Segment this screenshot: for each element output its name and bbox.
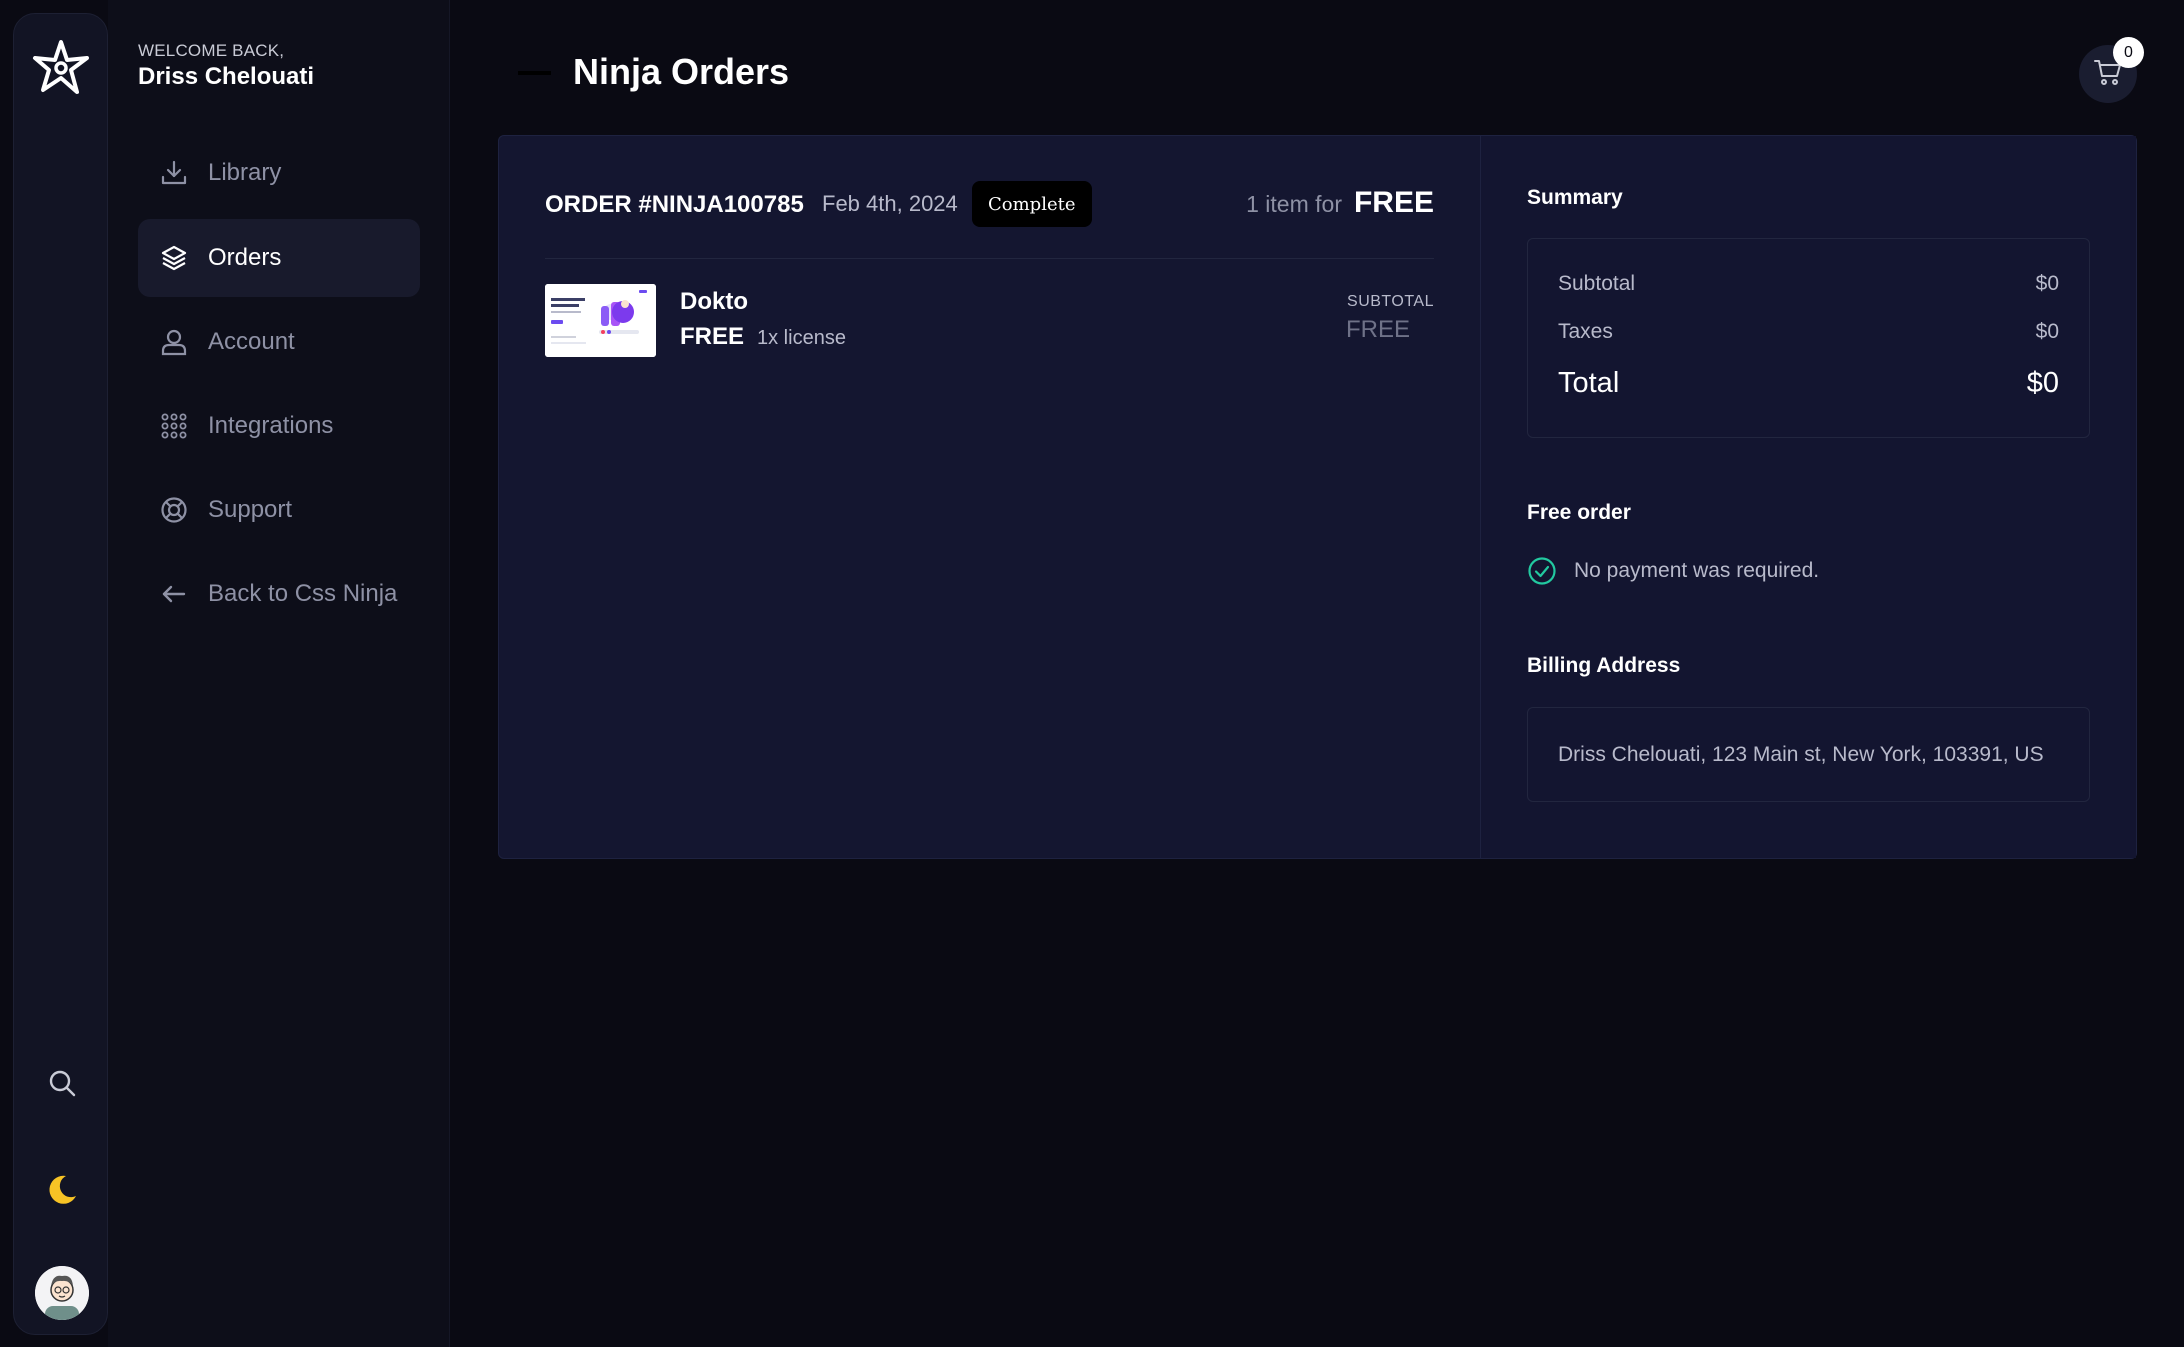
order-sidebar: Summary Subtotal $0 Taxes $0 Total $0 Fr… [1481, 136, 2136, 858]
check-circle-icon [1527, 556, 1557, 586]
sidebar-item-label: Support [208, 496, 293, 523]
title-accent-dash [518, 71, 551, 75]
sidebar-item-library[interactable]: Library [138, 134, 420, 212]
cart-count-badge: 0 [2113, 37, 2144, 68]
total-value: $0 [2026, 367, 2059, 399]
sidebar-item-back-to-css-ninja[interactable]: Back to Css Ninja [138, 555, 420, 633]
grid-dots-icon [160, 412, 188, 440]
welcome-label: WELCOME BACK, [138, 41, 285, 60]
layers-icon [160, 244, 188, 272]
user-icon [160, 328, 188, 356]
summary-heading: Summary [1527, 186, 1623, 209]
sidebar-item-account[interactable]: Account [138, 303, 420, 381]
subtotal-value: $0 [2035, 272, 2059, 295]
taxes-value: $0 [2035, 320, 2059, 343]
ninja-star-icon[interactable] [31, 38, 91, 98]
items-summary: 1 item for FREE [1246, 186, 1434, 220]
order-date: Feb 4th, 2024 [822, 191, 958, 216]
sidebar-item-label: Orders [208, 244, 282, 271]
search-icon [47, 1068, 77, 1103]
icon-rail [13, 13, 108, 1335]
billing-address-box: Driss Chelouati, 123 Main st, New York, … [1527, 707, 2090, 802]
order-card: ORDER #NINJA100785 Feb 4th, 2024 Complet… [498, 135, 2137, 859]
user-name: Driss Chelouati [138, 63, 315, 90]
sidebar-item-label: Integrations [208, 412, 334, 439]
billing-heading: Billing Address [1527, 654, 1681, 677]
items-count: 1 item for [1246, 191, 1342, 217]
sidebar: WELCOME BACK, Driss Chelouati Library Or… [108, 0, 450, 1347]
sidebar-item-label: Account [208, 328, 295, 355]
theme-toggle-button[interactable] [38, 1168, 86, 1216]
sidebar-item-support[interactable]: Support [138, 471, 420, 549]
subtotal-label: Subtotal [1558, 272, 1636, 295]
summary-box: Subtotal $0 Taxes $0 Total $0 [1527, 238, 2090, 438]
product-license: 1x license [757, 327, 846, 349]
summary-total-row: Total $0 [1558, 367, 2059, 400]
product-thumbnail[interactable] [545, 284, 656, 357]
divider [545, 258, 1434, 259]
free-order-note: No payment was required. [1527, 556, 1819, 586]
download-icon [160, 159, 188, 187]
sidebar-item-integrations[interactable]: Integrations [138, 387, 420, 465]
page-title: Ninja Orders [573, 51, 790, 92]
order-details: ORDER #NINJA100785 Feb 4th, 2024 Complet… [499, 136, 1481, 858]
lifebuoy-icon [160, 496, 188, 524]
free-order-text: No payment was required. [1574, 559, 1820, 582]
sidebar-item-label: Back to Css Ninja [208, 580, 398, 607]
status-badge: Complete [972, 181, 1092, 227]
summary-subtotal-row: Subtotal $0 [1558, 272, 2059, 296]
taxes-label: Taxes [1558, 320, 1613, 343]
product-price: FREE [680, 323, 745, 350]
product-name[interactable]: Dokto [680, 288, 748, 316]
sidebar-item-orders[interactable]: Orders [138, 219, 420, 297]
sidebar-item-label: Library [208, 159, 282, 186]
order-total: FREE [1353, 186, 1434, 219]
search-button[interactable] [38, 1061, 86, 1109]
product-subtotal-label: SUBTOTAL [1347, 293, 1434, 310]
user-avatar[interactable] [35, 1266, 89, 1320]
product-subtotal-value: FREE [1345, 316, 1410, 343]
billing-address: Driss Chelouati, 123 Main st, New York, … [1558, 742, 2044, 766]
free-order-heading: Free order [1527, 501, 1631, 524]
moon-icon [44, 1172, 80, 1213]
arrow-left-icon [160, 580, 188, 608]
order-id: ORDER #NINJA100785 [545, 191, 804, 218]
summary-taxes-row: Taxes $0 [1558, 320, 2059, 344]
total-label: Total [1558, 367, 1620, 399]
